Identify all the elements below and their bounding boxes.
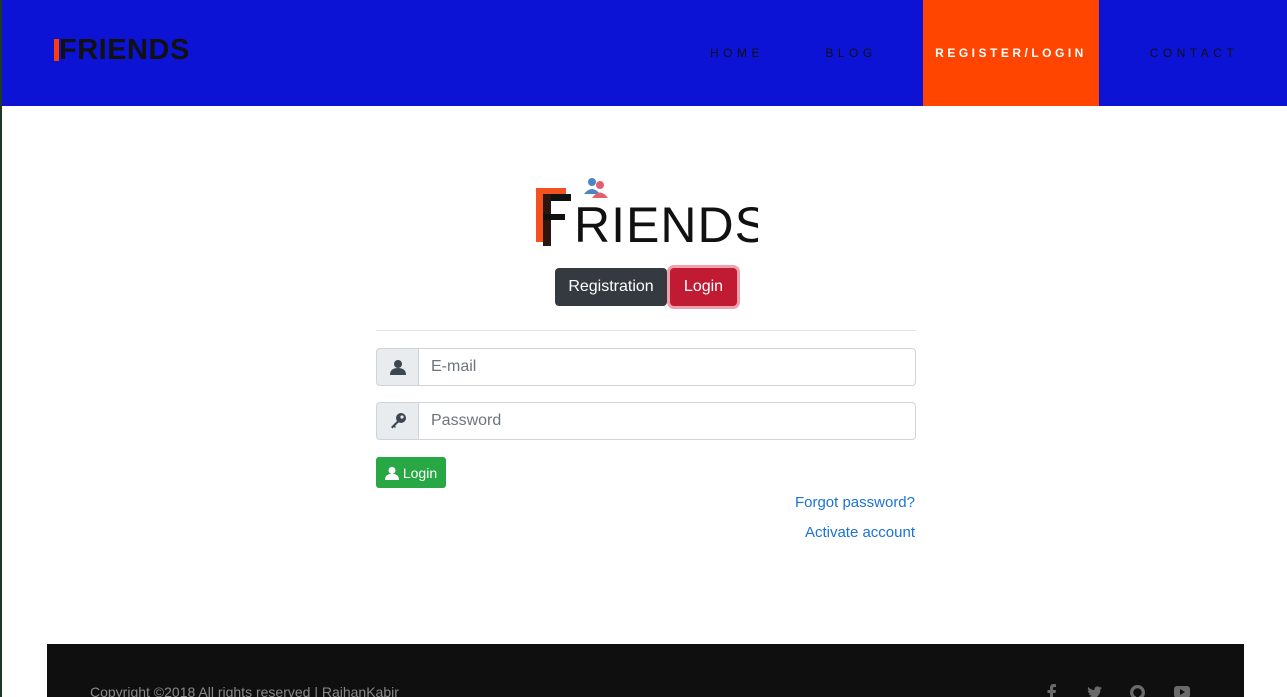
- key-icon: [376, 402, 418, 440]
- login-submit-label: Login: [402, 464, 438, 481]
- nav-home[interactable]: HOME: [702, 0, 772, 106]
- nav-register-login[interactable]: REGISTER/LOGIN: [923, 0, 1099, 106]
- tab-login[interactable]: Login: [670, 268, 737, 306]
- friends-logo: RIENDS: [536, 178, 758, 248]
- github-icon[interactable]: [1129, 684, 1145, 697]
- activate-account-link[interactable]: Activate account: [805, 524, 915, 541]
- footer: Copyright ©2018 All rights reserved | Ra…: [47, 644, 1244, 697]
- user-icon: [376, 348, 418, 386]
- logo-text: RIENDS: [574, 197, 758, 248]
- facebook-icon[interactable]: [1044, 684, 1060, 697]
- password-input[interactable]: [418, 402, 916, 440]
- login-submit-button[interactable]: Login: [376, 457, 446, 488]
- youtube-icon[interactable]: [1174, 684, 1190, 697]
- brand-name: FRIENDS: [59, 34, 190, 66]
- user-icon: [384, 466, 399, 480]
- copyright-text: Copyright ©2018 All rights reserved | Ra…: [90, 684, 399, 697]
- nav-contact[interactable]: CONTACT: [1144, 0, 1244, 106]
- nav-blog[interactable]: BLOG: [816, 0, 886, 106]
- email-input[interactable]: [418, 348, 916, 386]
- top-navbar: FRIENDS HOME BLOG REGISTER/LOGIN CONTACT: [2, 0, 1287, 106]
- password-field-group: [376, 402, 916, 440]
- tab-registration[interactable]: Registration: [555, 268, 667, 306]
- email-field-group: [376, 348, 916, 386]
- form-divider: [376, 330, 916, 331]
- brand-logo[interactable]: FRIENDS: [54, 34, 190, 66]
- twitter-icon[interactable]: [1086, 684, 1102, 697]
- forgot-password-link[interactable]: Forgot password?: [795, 494, 915, 511]
